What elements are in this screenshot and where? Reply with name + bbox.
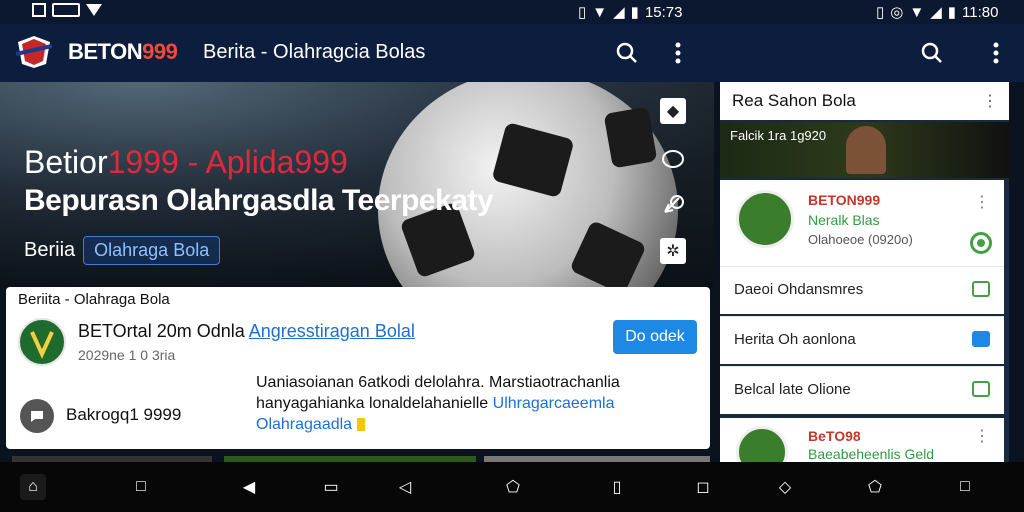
comment-icon[interactable] [660,146,686,172]
news-card[interactable]: Beriita - Olahraga Bola BETOrtal 20m Odn… [6,287,710,449]
right-list-item[interactable]: Daeoi Ohdansmres [720,266,1004,314]
gallery-icon[interactable]: ✲ [660,238,686,264]
bookmark-icon[interactable]: ◆ [660,98,686,124]
message-icon[interactable]: ▭ [318,474,344,500]
card-link[interactable]: Angresstiragan Bolal [249,321,415,341]
right-card-name: BETON999 [808,192,881,208]
player-avatar [736,190,794,248]
hero-headline: Betior1999 - Aplida999 [24,144,348,180]
search-icon[interactable] [612,38,642,68]
comment-bubble-icon[interactable] [20,399,54,433]
right-card-name: BeTO98 [808,428,861,444]
right-list-item[interactable]: Herita Oh aonlona [720,316,1004,364]
right-card[interactable]: BeTO98 Baeabeheenlis Geld ⋮ [720,418,1004,478]
right-panel-title: Rea Sahon Bola [732,91,856,110]
status-right: ▯ ◎ ▼ ◢ ▮ 11:80 [876,3,999,22]
brand-logo-icon[interactable] [14,34,54,70]
status-mid: ▯ ▼ ◢ ▮ 15:73 [578,3,683,22]
list-item-label: Belcal late Olione [734,381,851,398]
back-icon[interactable]: ◀ [236,474,262,500]
card-paragraph: Uaniasoianan 6atkodi delolahra. Marstiao… [256,372,676,435]
app-bar: BETON999 Berita - Olahragcia Bolas [0,24,1024,82]
home-icon[interactable]: ◇ [772,474,798,500]
banner-text: Falcik 1ra 1g920 [730,128,827,143]
hero-banner[interactable]: Betior1999 - Aplida999 Bepurasn Olahrgas… [0,82,714,288]
signal-icon: ◢ [930,4,942,21]
right-card-time: Olahoeoe (0920o) [808,232,913,247]
vibrate-icon: ▯ [876,4,885,21]
page-title: Berita - Olahragcia Bolas [203,41,426,63]
para-line: Uaniasoianan 6atkodi delolahra. Marstiao… [256,374,620,391]
right-card[interactable]: BETON999 Neralk Blas Olahoeoe (0920o) ⋮ [720,180,1004,266]
recents-icon[interactable]: ▯ [604,474,630,500]
player-image [846,126,886,174]
status-time: 15:73 [644,3,683,21]
recents-icon[interactable]: □ [952,474,978,500]
share-icon[interactable] [660,192,686,218]
radio-icon[interactable] [970,232,992,254]
hero-subheadline: Bepurasn Olahrgasdla Teerpekaty [24,184,494,217]
card-category: Beriita - Olahraga Bola [18,291,170,308]
chat-icon[interactable] [972,331,990,347]
status-left-icons [32,3,102,17]
bookmark-icon[interactable]: ◁ [392,474,418,500]
image-icon [32,3,46,17]
right-banner[interactable]: Falcik 1ra 1g920 [720,122,1009,178]
sim-icon [52,3,80,17]
right-card-sub: Neralk Blas [808,212,880,228]
more-vert-icon[interactable]: ⋮ [975,86,1005,116]
vibrate-icon: ▯ [578,4,587,21]
more-vert-icon[interactable] [981,38,1011,68]
battery-icon: ▮ [630,4,639,21]
chat-icon[interactable] [972,281,990,297]
more-vert-icon[interactable]: ⋮ [974,426,990,446]
right-card-sub: Baeabeheenlis Geld [808,446,935,462]
round-text: Bakrogq1 9999 [66,405,182,424]
more-vert-icon[interactable]: ⋮ [974,192,990,212]
club-logo-avatar[interactable] [18,318,66,366]
chat-icon[interactable] [972,381,990,397]
signal-icon: ◢ [613,4,625,21]
card-headline: BETOrtal 20m Odnla Angresstiragan Bolal [78,321,415,341]
battery-icon: ▮ [947,4,957,21]
category-chip[interactable]: Olahraga Bola [83,236,221,265]
right-panel-header: Rea Sahon Bola ⋮ [720,82,1009,120]
more-vert-icon[interactable] [663,38,693,68]
brand-name: BETON999 [68,39,178,64]
home-icon[interactable]: ⌂ [20,474,46,500]
home-icon[interactable]: ⬠ [500,474,526,500]
wifi-icon [86,4,102,16]
wifi-icon: ▼ [909,3,925,21]
right-list-item[interactable]: Belcal late Olione [720,366,1004,414]
home-icon[interactable]: ⬠ [862,474,888,500]
para-line: Olahragaadla [256,414,676,435]
wifi-icon: ▼ [592,3,608,21]
recents-icon[interactable]: □ [128,474,154,500]
hero-category-label: Beriia [24,239,76,261]
open-button[interactable]: Do odek [613,320,697,354]
hero-category: Beriia Olahraga Bola [24,236,221,265]
card-date: 2029ne 1 0 3ria [78,347,176,363]
right-panel: Rea Sahon Bola ⋮ Falcik 1ra 1g920 BETON9… [720,82,1009,478]
status-bar: ▯ ▼ ◢ ▮ 15:73 ▯ ◎ ▼ ◢ ▮ 11:80 [0,0,1024,24]
recents-icon[interactable]: ◻ [690,474,716,500]
para-line: hanyagahianka lonaldelahanielle Ulhragar… [256,395,615,412]
alarm-icon: ◎ [890,4,904,21]
list-item-label: Herita Oh aonlona [734,331,856,348]
search-icon[interactable] [917,38,947,68]
status-time: 11:80 [962,3,999,21]
list-item-label: Daeoi Ohdansmres [734,281,864,298]
navigation-bar: ⌂ □ ◀ ▭ ◁ ⬠ ▯ ◻ ◇ ⬠ □ [0,462,1024,512]
